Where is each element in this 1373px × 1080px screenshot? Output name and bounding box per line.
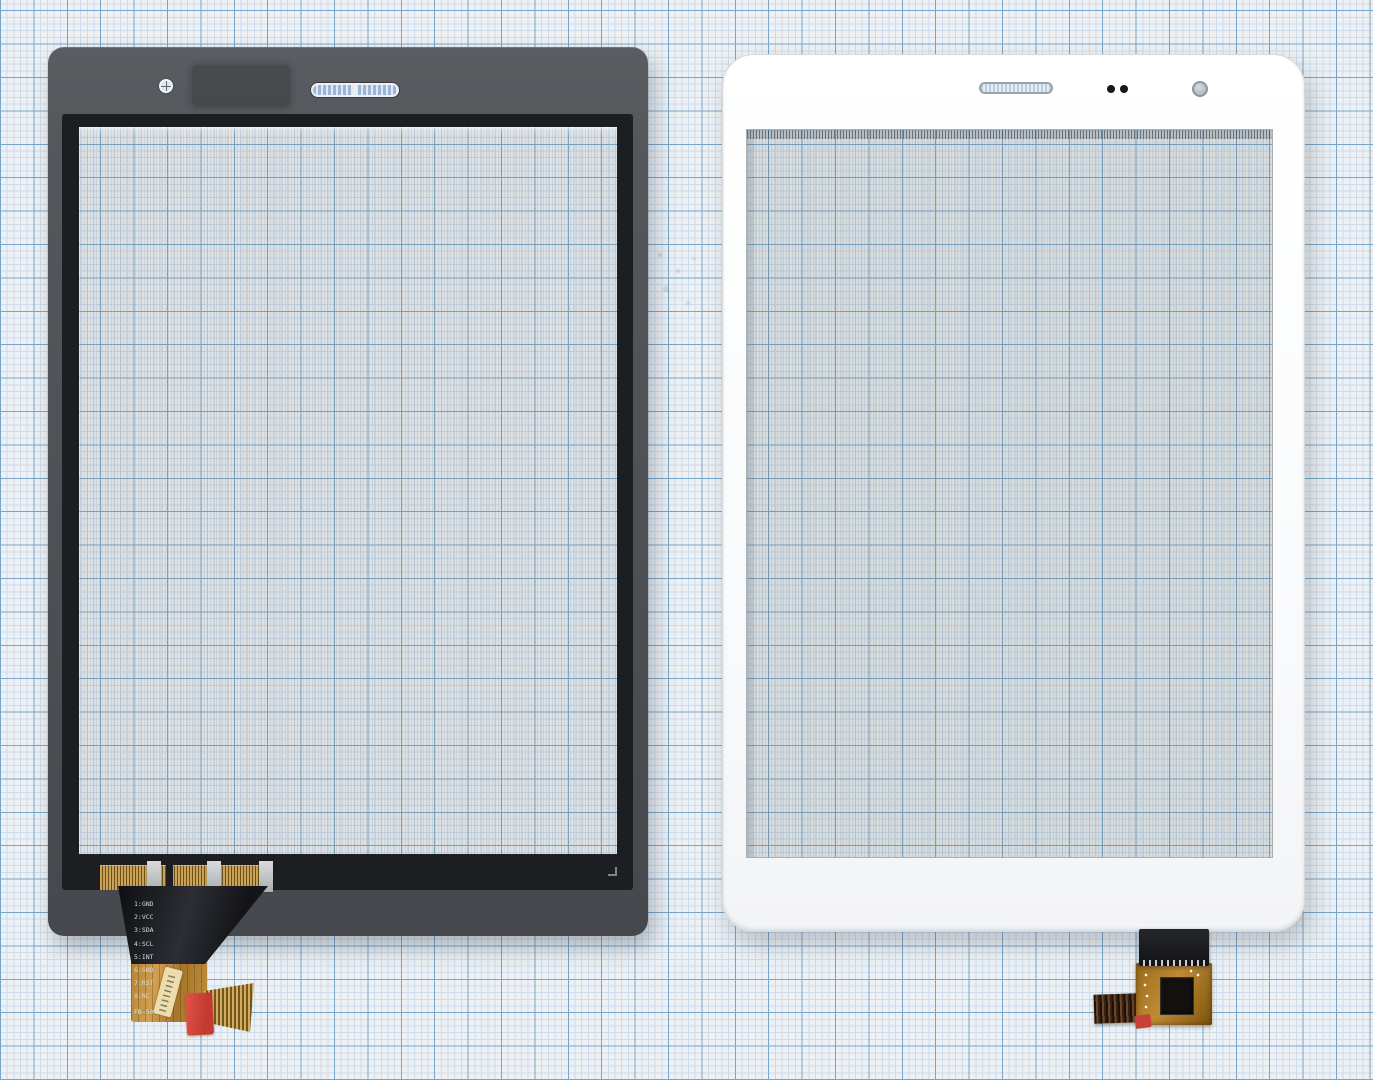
paper-smudge [648,245,708,320]
pinout-line: 8:NC [134,992,150,1000]
pinout-line: 1:GND [134,900,154,908]
white-digitizer-panel [722,54,1305,932]
red-sticker [185,992,214,1035]
pinout-line: 4:SCL [134,940,154,948]
pinout-line: 6:GND [134,966,154,974]
sensor-dot [1107,85,1115,93]
connector-block [1139,929,1209,966]
pinout-line: 3:SDA [134,926,154,934]
sensor-dot [1120,85,1128,93]
pinout-line: 2:VCC [134,913,154,921]
controller-ic [1160,977,1194,1015]
pinout-line: 7:RST [134,979,154,987]
proximity-sensor-window [192,65,290,107]
touch-glass [746,129,1273,858]
graph-paper-background: 1:GND 2:VCC 3:SDA 4:SCL 5:INT 6:GND 7:RS… [0,0,1373,1080]
touch-glass [79,127,617,854]
camera-hole [159,79,173,93]
camera-hole [1192,81,1208,97]
speaker-grille [311,83,399,97]
ribbon-cable [1094,993,1139,1024]
red-marker [1134,1014,1152,1029]
speaker-grille [979,82,1053,94]
pinout-line: 5:INT [134,953,154,961]
black-digitizer-panel [48,47,648,936]
alignment-mark [608,867,617,876]
